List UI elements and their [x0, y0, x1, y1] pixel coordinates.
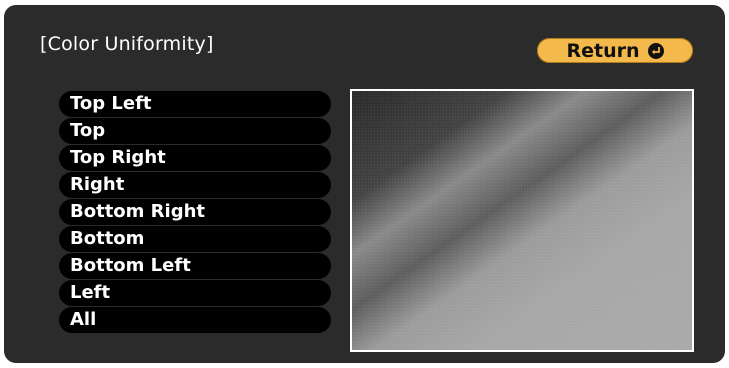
page-title: [Color Uniformity]	[40, 33, 214, 55]
enter-icon	[647, 42, 664, 59]
menu-item-bottom-right[interactable]: Bottom Right	[59, 199, 331, 225]
menu-item-top[interactable]: Top	[59, 118, 331, 144]
return-button-label: Return	[566, 39, 640, 62]
menu-item-left[interactable]: Left	[59, 280, 331, 306]
color-uniformity-panel: [Color Uniformity] Return Top Left Top T…	[4, 5, 725, 363]
menu-item-all[interactable]: All	[59, 307, 331, 333]
menu-item-bottom-left[interactable]: Bottom Left	[59, 253, 331, 279]
menu-item-top-left[interactable]: Top Left	[59, 91, 331, 117]
return-button[interactable]: Return	[537, 38, 693, 63]
menu-item-bottom[interactable]: Bottom	[59, 226, 331, 252]
menu-item-right[interactable]: Right	[59, 172, 331, 198]
preview-dither-overlay	[352, 91, 692, 350]
uniformity-preview	[350, 89, 694, 352]
region-menu: Top Left Top Top Right Right Bottom Righ…	[59, 91, 331, 333]
menu-item-top-right[interactable]: Top Right	[59, 145, 331, 171]
